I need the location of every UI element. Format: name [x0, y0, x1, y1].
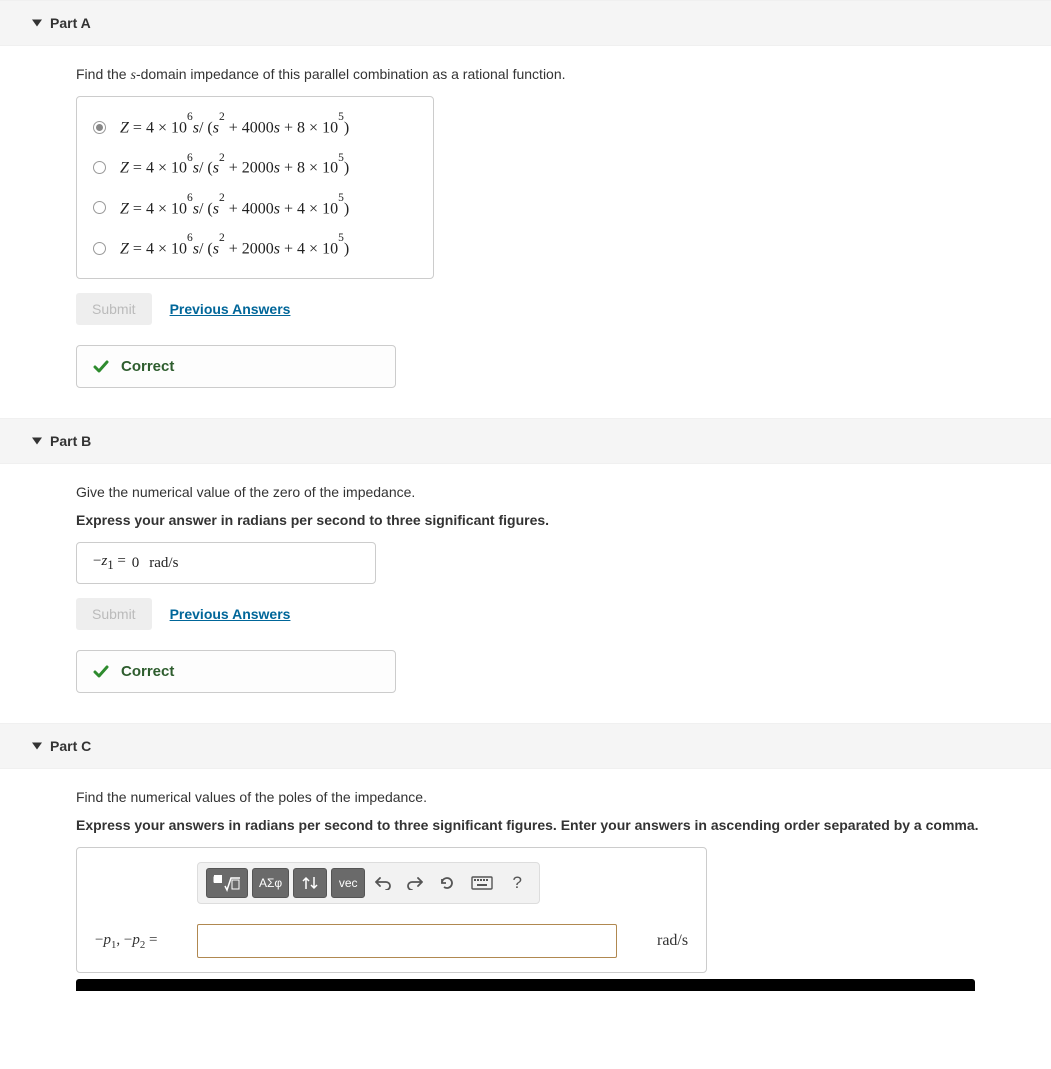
- feedback-correct: Correct: [76, 345, 396, 388]
- template-button[interactable]: [206, 868, 248, 898]
- input-lhs: −p1, −p2 =: [95, 932, 187, 951]
- answer-display: −z1 = 0 rad/s: [76, 542, 376, 584]
- check-icon: [93, 664, 109, 680]
- caret-down-icon: [32, 743, 42, 750]
- feedback-text: Correct: [121, 358, 174, 375]
- part-a-title: Part A: [50, 15, 91, 31]
- greek-button[interactable]: ΑΣφ: [252, 868, 289, 898]
- keyboard-button[interactable]: [465, 868, 499, 898]
- caret-down-icon: [32, 20, 42, 27]
- mc-option[interactable]: Z = 4 × 106s/ (s2 + 4000s + 4 × 105): [93, 188, 417, 228]
- part-a-header[interactable]: Part A: [0, 0, 1051, 46]
- part-c-prompt: Find the numerical values of the poles o…: [76, 789, 1031, 805]
- keyboard-icon: [471, 876, 493, 890]
- radio-icon[interactable]: [93, 161, 106, 174]
- formula: Z = 4 × 106s/ (s2 + 4000s + 4 × 105): [120, 198, 349, 218]
- feedback-correct: Correct: [76, 650, 396, 693]
- formula: Z = 4 × 106s/ (s2 + 2000s + 4 × 105): [120, 238, 349, 258]
- part-b-header[interactable]: Part B: [0, 418, 1051, 464]
- answer-input[interactable]: [197, 924, 617, 958]
- part-c-header[interactable]: Part C: [0, 723, 1051, 769]
- mc-option[interactable]: Z = 4 × 106s/ (s2 + 2000s + 8 × 105): [93, 147, 417, 187]
- radio-icon[interactable]: [93, 242, 106, 255]
- formula: Z = 4 × 106s/ (s2 + 2000s + 8 × 105): [120, 157, 349, 177]
- undo-icon: [375, 876, 391, 890]
- vector-button[interactable]: vec: [331, 868, 365, 898]
- mc-option[interactable]: Z = 4 × 106s/ (s2 + 2000s + 4 × 105): [93, 228, 417, 268]
- submit-button: Submit: [76, 293, 152, 325]
- reset-icon: [439, 875, 455, 891]
- previous-answers-link[interactable]: Previous Answers: [170, 606, 291, 622]
- part-b-title: Part B: [50, 433, 91, 449]
- fraction-root-icon: [213, 874, 241, 892]
- mc-option[interactable]: Z = 4 × 106s/ (s2 + 4000s + 8 × 105): [93, 107, 417, 147]
- previous-answers-link[interactable]: Previous Answers: [170, 301, 291, 317]
- answer-lhs: −z1 =: [93, 553, 126, 573]
- caret-down-icon: [32, 438, 42, 445]
- part-c-body: Find the numerical values of the poles o…: [0, 769, 1051, 973]
- radio-icon[interactable]: [93, 201, 106, 214]
- undo-button[interactable]: [369, 868, 397, 898]
- part-c-instruct: Express your answers in radians per seco…: [76, 817, 1031, 833]
- answer-unit: rad/s: [149, 555, 178, 572]
- part-b-prompt: Give the numerical value of the zero of …: [76, 484, 1031, 500]
- part-a-prompt: Find the s-domain impedance of this para…: [76, 66, 1031, 84]
- part-b-body: Give the numerical value of the zero of …: [0, 464, 1051, 723]
- part-a-body: Find the s-domain impedance of this para…: [0, 46, 1051, 418]
- input-panel: ΑΣφ vec: [76, 847, 707, 973]
- help-button[interactable]: ?: [503, 868, 531, 898]
- submit-button: Submit: [76, 598, 152, 630]
- arrows-updown-icon: [301, 875, 319, 891]
- text: Find the: [76, 66, 130, 82]
- formula: Z = 4 × 106s/ (s2 + 4000s + 8 × 105): [120, 117, 349, 137]
- subscript-button[interactable]: [293, 868, 327, 898]
- radio-icon[interactable]: [93, 121, 106, 134]
- part-c-title: Part C: [50, 738, 91, 754]
- unit-label: rad/s: [657, 932, 688, 950]
- reset-button[interactable]: [433, 868, 461, 898]
- redo-button[interactable]: [401, 868, 429, 898]
- bottom-bar: [76, 979, 975, 991]
- feedback-text: Correct: [121, 663, 174, 680]
- mc-options: Z = 4 × 106s/ (s2 + 4000s + 8 × 105) Z =…: [76, 96, 434, 279]
- check-icon: [93, 359, 109, 375]
- redo-icon: [407, 876, 423, 890]
- answer-value: 0: [132, 555, 140, 572]
- equation-toolbar: ΑΣφ vec: [197, 862, 540, 904]
- part-b-instruct: Express your answer in radians per secon…: [76, 512, 1031, 528]
- text: -domain impedance of this parallel combi…: [136, 66, 566, 82]
